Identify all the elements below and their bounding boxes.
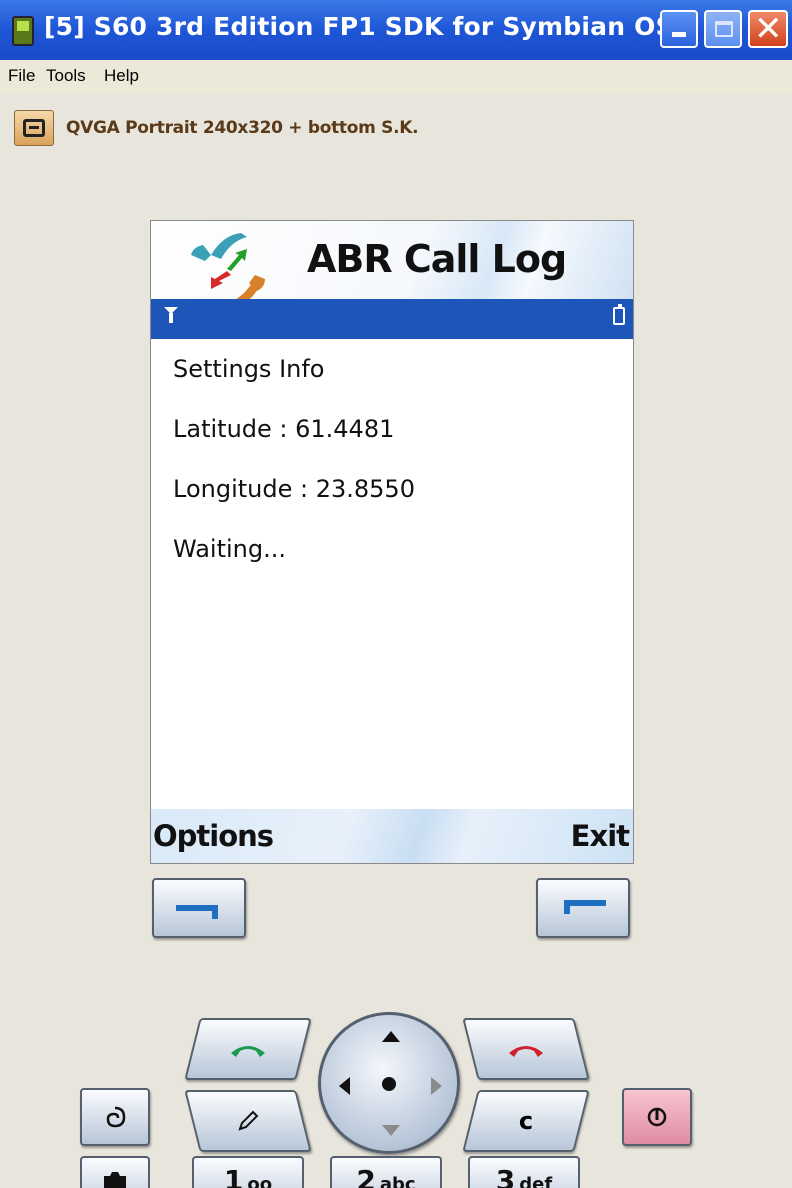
pencil-icon	[238, 1110, 259, 1131]
nav-left-arrow-icon[interactable]	[339, 1077, 350, 1095]
nav-select-button[interactable]	[382, 1077, 396, 1091]
navigation-pad[interactable]	[318, 1012, 460, 1154]
exit-softkey[interactable]: Exit	[571, 819, 630, 853]
right-softkey-icon	[564, 900, 606, 914]
clear-button[interactable]: c	[462, 1090, 590, 1152]
layout-icon	[23, 119, 45, 137]
power-button[interactable]	[622, 1088, 692, 1146]
window-title: [5] S60 3rd Edition FP1 SDK for Symbian …	[44, 12, 732, 41]
close-icon: ✕	[754, 9, 783, 49]
phone-screen: ABR Call Log Settings Info Latitude : 61…	[150, 220, 634, 864]
key-3-sub: def	[519, 1174, 553, 1188]
options-softkey[interactable]: Options	[153, 819, 274, 853]
key-2-sub: abc	[379, 1174, 416, 1188]
device-layout-label: QVGA Portrait 240x320 + bottom S.K.	[66, 118, 419, 138]
device-layout-button[interactable]	[14, 110, 54, 146]
app-header: ABR Call Log	[151, 221, 633, 309]
applications-menu-button[interactable]	[80, 1088, 150, 1146]
nav-up-arrow-icon[interactable]	[382, 1031, 400, 1042]
camera-icon	[104, 1172, 126, 1188]
menu-tools[interactable]: Tools	[46, 66, 86, 86]
menu-swirl-icon	[106, 1106, 126, 1128]
maximize-icon	[715, 21, 733, 37]
menu-help[interactable]: Help	[104, 66, 139, 86]
maximize-button[interactable]	[704, 10, 742, 48]
red-phone-icon	[509, 1046, 543, 1057]
left-softkey-button[interactable]	[152, 878, 246, 938]
power-icon	[647, 1107, 667, 1127]
minimize-icon	[672, 32, 686, 37]
key-1[interactable]: 1 oo	[192, 1156, 304, 1188]
battery-icon	[613, 304, 625, 325]
green-phone-icon	[231, 1046, 265, 1057]
edit-button[interactable]	[184, 1090, 312, 1152]
key-1-sub: oo	[247, 1174, 273, 1188]
key-3-digit: 3	[495, 1164, 516, 1188]
latitude-value: Latitude : 61.4481	[173, 415, 395, 443]
longitude-value: Longitude : 23.8550	[173, 475, 415, 503]
signal-antenna-icon	[164, 307, 178, 323]
window-title-bar[interactable]: [5] S60 3rd Edition FP1 SDK for Symbian …	[0, 0, 792, 60]
key-1-digit: 1	[223, 1164, 244, 1188]
status-text: Waiting...	[173, 535, 286, 563]
minimize-button[interactable]	[660, 10, 698, 48]
call-button[interactable]	[184, 1018, 312, 1080]
nav-down-arrow-icon[interactable]	[382, 1125, 400, 1136]
menu-file[interactable]: File	[8, 66, 35, 86]
key-2[interactable]: 2 abc	[330, 1156, 442, 1188]
key-2-digit: 2	[356, 1164, 376, 1188]
clear-key-label: c	[518, 1107, 534, 1135]
close-button[interactable]: ✕	[748, 10, 788, 48]
right-softkey-button[interactable]	[536, 878, 630, 938]
left-softkey-icon	[176, 905, 218, 919]
key-3[interactable]: 3 def	[468, 1156, 580, 1188]
end-call-button[interactable]	[462, 1018, 590, 1080]
camera-button[interactable]	[80, 1156, 150, 1188]
app-title: ABR Call Log	[307, 237, 567, 281]
status-bar	[151, 299, 633, 339]
settings-info-label: Settings Info	[173, 355, 325, 383]
nav-right-arrow-icon[interactable]	[431, 1077, 442, 1095]
emulator-app-icon	[12, 16, 34, 46]
